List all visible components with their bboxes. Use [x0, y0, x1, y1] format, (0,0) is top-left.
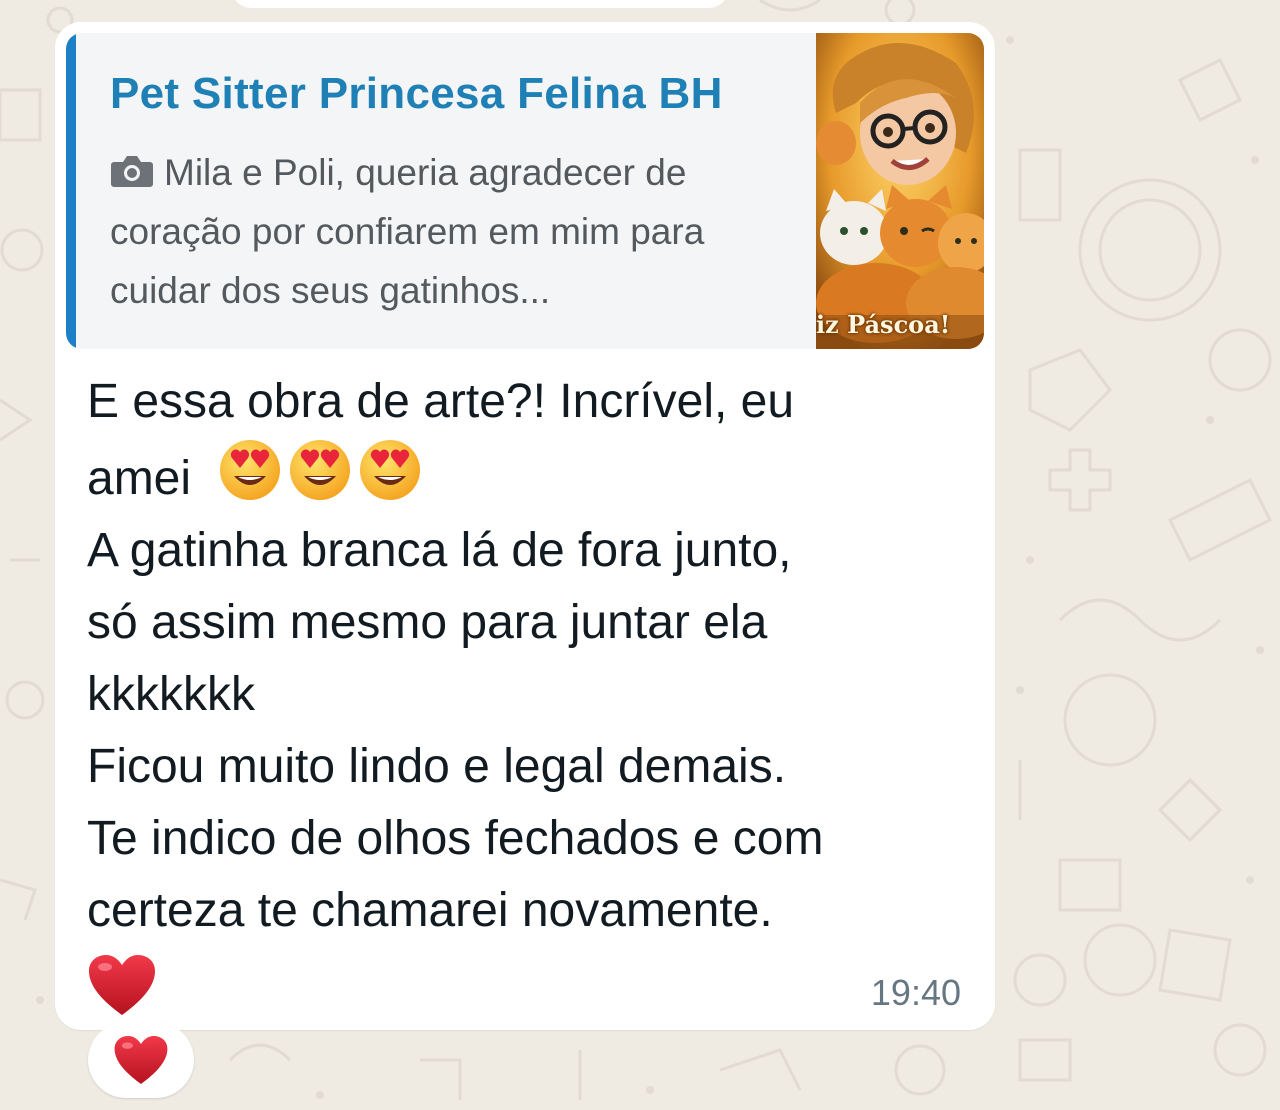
- heart-eyes-emoji: [289, 440, 350, 500]
- message-line: Ficou muito lindo e legal demais.: [87, 740, 787, 793]
- thumbnail-caption: iz Páscoa!: [816, 310, 951, 339]
- reaction-badge[interactable]: [88, 1022, 194, 1098]
- previous-message-bubble: [230, 0, 730, 8]
- red-heart-emoji: [89, 955, 155, 1015]
- cats-illustration: [816, 33, 984, 349]
- quoted-author-name: Pet Sitter Princesa Felina BH: [110, 69, 723, 118]
- heart-eyes-emoji: [359, 440, 420, 500]
- message-line: E essa obra de arte?! Incrível, eu: [87, 375, 795, 428]
- heart-eyes-emoji: [219, 440, 280, 500]
- message-timestamp: 19:40: [870, 972, 961, 1013]
- quote-accent-bar: [66, 33, 76, 349]
- message-bubble[interactable]: Pet Sitter Princesa Felina BH Mila e Pol…: [55, 22, 995, 1030]
- message-line: kkkkkkk: [87, 668, 255, 721]
- message-line: Te indico de olhos fechados e com: [87, 812, 824, 865]
- quoted-image-thumbnail[interactable]: iz Páscoa!: [816, 33, 984, 349]
- message-line: só assim mesmo para juntar ela: [87, 596, 768, 649]
- message-line-with-emojis: amei: [87, 438, 967, 515]
- quoted-message[interactable]: Pet Sitter Princesa Felina BH Mila e Pol…: [66, 33, 984, 349]
- camera-icon: [111, 156, 153, 187]
- red-heart-emoji: [114, 1036, 168, 1084]
- message-text: E essa obra de arte?! Incrível, eu amei: [87, 366, 967, 1017]
- quoted-text: Mila e Poli, queria agradecer de coração…: [110, 143, 800, 320]
- quoted-text-content: Mila e Poli, queria agradecer de coração…: [110, 152, 705, 311]
- message-line: certeza te chamarei novamente.: [87, 884, 773, 937]
- message-line: A gatinha branca lá de fora junto,: [87, 524, 792, 577]
- message-line: amei: [87, 452, 192, 505]
